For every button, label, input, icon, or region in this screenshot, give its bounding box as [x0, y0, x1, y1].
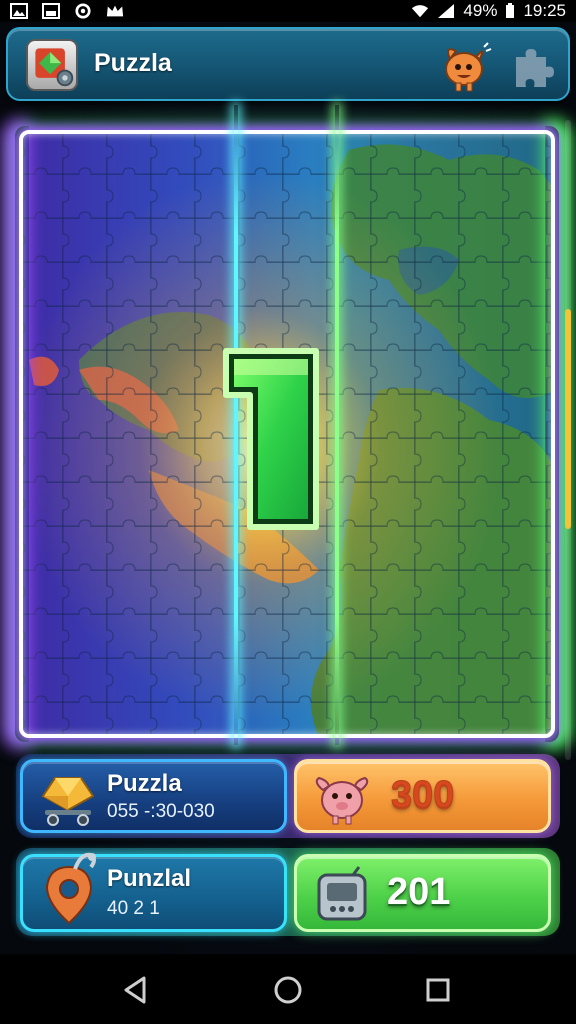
location-card[interactable]: Punzlal 40 2 1 — [20, 852, 287, 932]
location-card-subtitle: 40 2 1 — [107, 898, 160, 919]
app-title: Puzzla — [94, 49, 172, 77]
gallery-icon — [10, 3, 28, 19]
sync-icon — [75, 3, 91, 19]
device-card[interactable]: 201 — [294, 854, 551, 932]
puzzle-card[interactable]: Puzzla 055 -:30-030 — [20, 759, 287, 833]
level-number: 1 — [223, 348, 319, 530]
handheld-device-icon — [317, 866, 367, 921]
scroll-thumb[interactable] — [565, 309, 571, 529]
status-bar: 49% 19:25 — [0, 0, 576, 22]
home-icon[interactable] — [270, 972, 306, 1008]
mascot-icon[interactable] — [436, 37, 494, 95]
battery-icon — [506, 3, 515, 18]
light-beam-right — [335, 105, 339, 745]
puzzle-card-subtitle: 055 -:30-030 — [107, 801, 215, 822]
score-value: 300 — [390, 774, 455, 817]
map-pin-icon — [45, 852, 96, 925]
battery-percent: 49% — [463, 1, 498, 20]
app-header: Puzzla — [6, 27, 570, 101]
puzzle-piece-icon[interactable] — [508, 43, 556, 91]
puzzle-card-title: Puzzla — [107, 770, 182, 797]
scrollbar[interactable] — [565, 120, 571, 760]
wifi-icon — [412, 5, 429, 18]
app-screen: 49% 19:25 Puzzla 1 Puzzla 055 -:30-030 3… — [0, 0, 576, 1024]
recents-icon[interactable] — [420, 972, 456, 1008]
location-card-title: Punzlal — [107, 865, 192, 892]
back-icon[interactable] — [118, 972, 154, 1008]
score-card[interactable]: 300 — [294, 759, 551, 833]
device-value: 201 — [387, 871, 451, 913]
pig-mascot-icon — [315, 776, 369, 825]
treasure-cart-icon — [41, 777, 95, 826]
clock: 19:25 — [523, 1, 566, 20]
crown-icon — [106, 5, 124, 17]
image-icon — [42, 3, 60, 19]
app-gem-icon[interactable] — [26, 39, 78, 91]
signal-icon — [438, 4, 455, 18]
navigation-bar — [0, 954, 576, 1024]
